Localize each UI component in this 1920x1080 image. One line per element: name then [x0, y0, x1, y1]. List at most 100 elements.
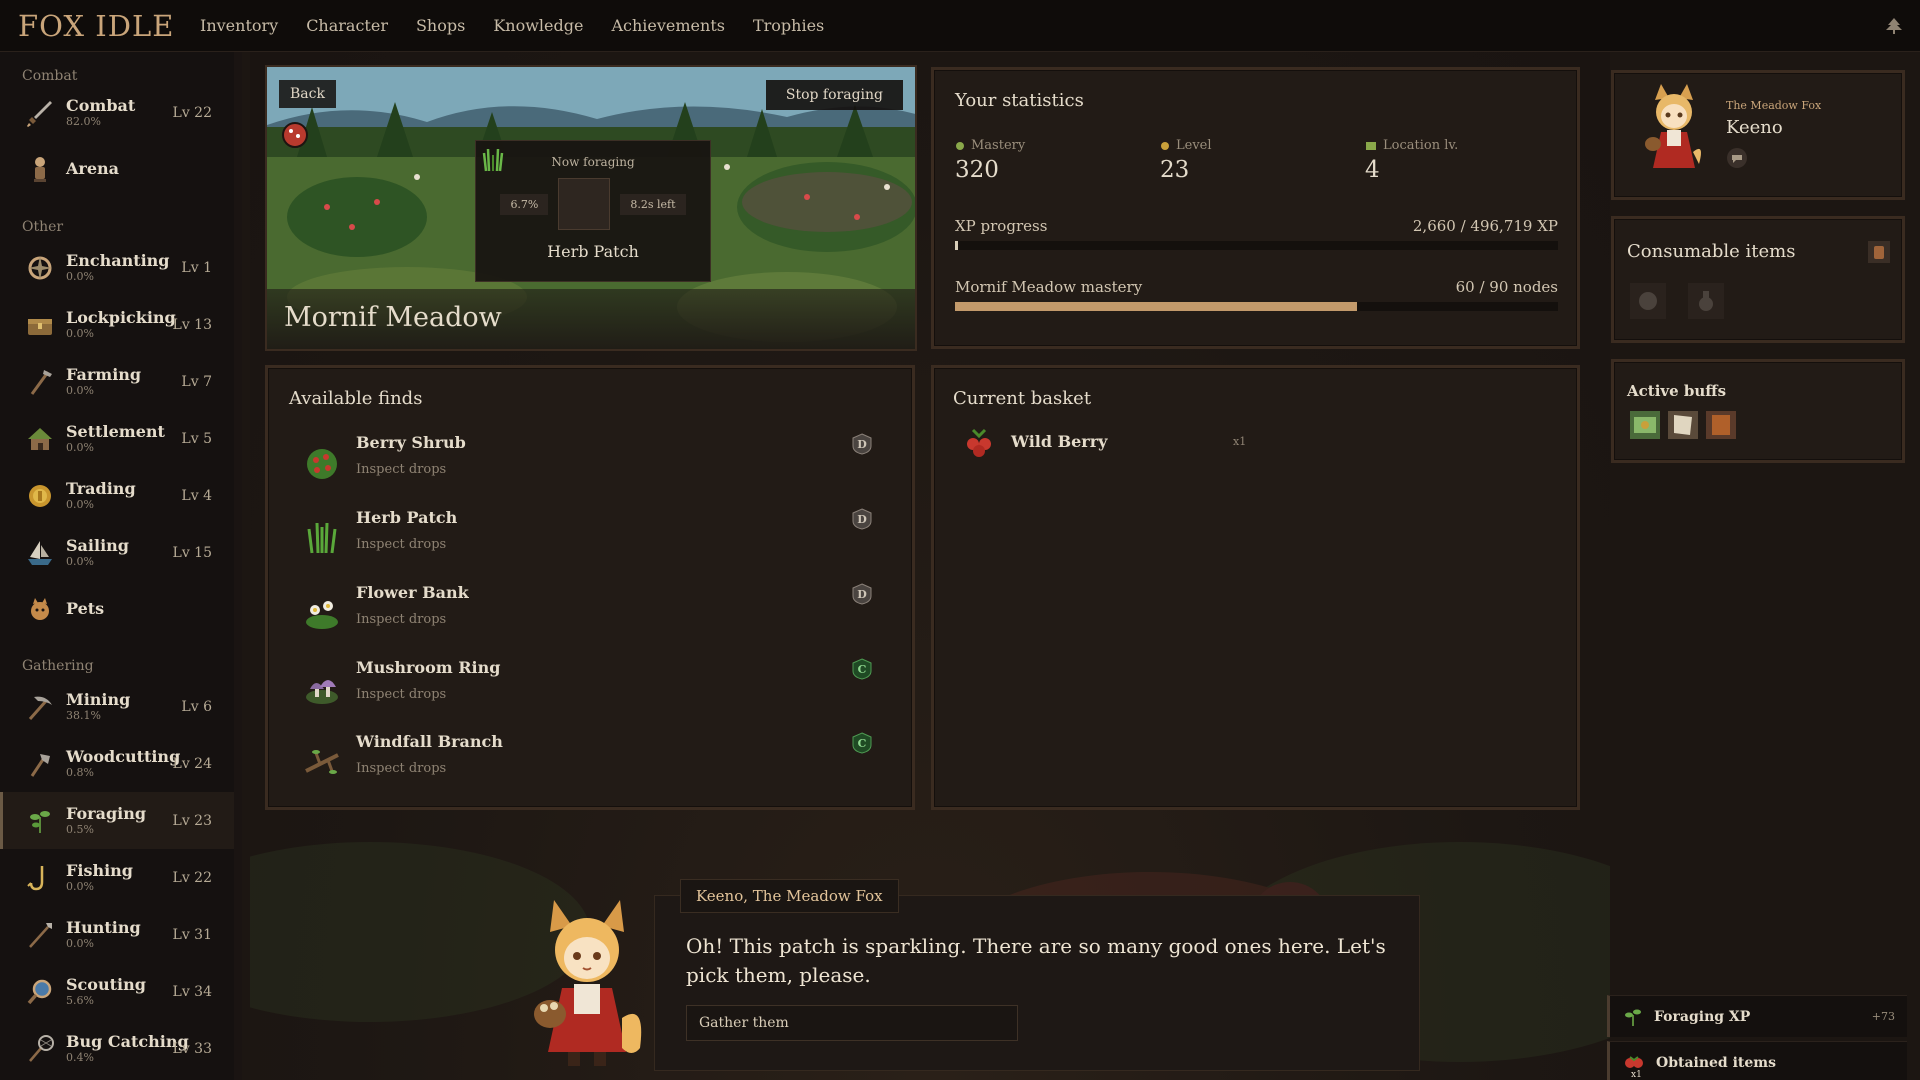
sidebar-item-level: Lv 22 — [172, 104, 212, 121]
inspect-drops-link[interactable]: Inspect drops — [356, 537, 446, 552]
available-finds-title: Available finds — [289, 388, 423, 409]
sidebar-group-combat: Combat — [22, 68, 78, 84]
companion-title: The Meadow Fox — [1726, 99, 1822, 112]
consumable-bag-icon[interactable] — [1868, 241, 1890, 263]
sidebar-item-bug-catching[interactable]: Bug Catching 0.4% Lv 33 — [0, 1020, 234, 1077]
sidebar-item-enchanting[interactable]: Enchanting 0.0% Lv 1 — [0, 239, 234, 296]
meadow-mastery-label: Mornif Meadow mastery — [955, 278, 1143, 296]
mastery-stat: Mastery 320 — [955, 138, 1025, 183]
fox-companion-avatar[interactable] — [1641, 82, 1707, 178]
sidebar-item-label: Woodcutting — [66, 746, 181, 766]
sidebar-item-progress: 0.0% — [66, 497, 94, 511]
find-name: Windfall Branch — [356, 732, 503, 751]
ship-icon — [28, 540, 52, 565]
sidebar-item-fishing[interactable]: Fishing 0.0% Lv 22 — [0, 849, 234, 906]
sidebar-item-progress: 0.0% — [66, 440, 94, 454]
scroll-buff-icon[interactable] — [1668, 411, 1698, 439]
sidebar-item-pets[interactable]: Pets — [0, 581, 234, 636]
sidebar-group-gathering: Gathering — [22, 658, 94, 674]
find-item-mushroom-ring[interactable]: Mushroom Ring Inspect drops C — [302, 657, 892, 717]
toast-badge: x1 — [1631, 1070, 1642, 1080]
mastery-icon — [956, 141, 964, 150]
sidebar-item-progress: 0.8% — [66, 765, 94, 779]
inspect-drops-link[interactable]: Inspect drops — [356, 687, 446, 702]
dialog-text: Oh! This patch is sparkling. There are s… — [686, 934, 1386, 987]
level-label: Level — [1176, 138, 1212, 153]
gather-them-button[interactable]: Gather them — [686, 1005, 1018, 1041]
book-buff-icon[interactable] — [1706, 411, 1736, 439]
xp-progress: XP progress 2,660 / 496,719 XP — [955, 217, 1558, 250]
sidebar-item-scouting[interactable]: Scouting 5.6% Lv 34 — [0, 963, 234, 1020]
nav-achievements[interactable]: Achievements — [597, 16, 739, 35]
pet-icon — [31, 597, 49, 620]
app-logo[interactable]: FOX IDLE — [18, 9, 186, 43]
sidebar-item-label: Pets — [66, 598, 105, 618]
nav-character[interactable]: Character — [292, 16, 402, 35]
rarity-badge: D — [852, 508, 872, 530]
basket-item[interactable]: Wild Berry x1 — [961, 424, 1261, 460]
berry-shrub-icon — [307, 449, 337, 479]
empty-potion-slot-icon[interactable] — [1688, 283, 1724, 319]
sidebar-item-level: Lv 22 — [172, 869, 212, 886]
sidebar-item-level: Lv 4 — [181, 487, 212, 504]
sidebar-item-label: Sailing — [66, 535, 129, 555]
meadow-mastery-bar — [955, 302, 1558, 311]
level-stat: Level 23 — [1160, 138, 1212, 183]
herb-patch-icon — [307, 522, 337, 554]
inspect-drops-link[interactable]: Inspect drops — [356, 612, 446, 627]
empty-food-slot-icon[interactable] — [1630, 283, 1666, 319]
inspect-drops-link[interactable]: Inspect drops — [356, 761, 446, 776]
xp-progress-label: XP progress — [955, 217, 1048, 235]
sidebar-item-foraging[interactable]: Foraging 0.5% Lv 23 — [0, 792, 234, 849]
sidebar-item-arena[interactable]: Arena — [0, 141, 234, 196]
sidebar-group-other: Other — [22, 219, 64, 235]
arena-icon — [34, 156, 46, 182]
companion-name: Keeno — [1726, 117, 1783, 138]
mastery-value: 320 — [955, 157, 999, 183]
forage-progress-percent: 6.7% — [500, 193, 549, 215]
mastery-label: Mastery — [971, 138, 1026, 153]
obtained-items-toast: x1 Obtained items — [1607, 1041, 1907, 1080]
find-item-herb-patch[interactable]: Herb Patch Inspect drops D — [302, 507, 892, 567]
sidebar-item-mining[interactable]: Mining 38.1% Lv 6 — [0, 678, 234, 735]
sidebar-item-woodcutting[interactable]: Woodcutting 0.8% Lv 24 — [0, 735, 234, 792]
sidebar-item-level: Lv 31 — [172, 926, 212, 943]
sidebar-item-settlement[interactable]: Settlement 0.0% Lv 5 — [0, 410, 234, 467]
nav-shops[interactable]: Shops — [402, 16, 479, 35]
sidebar-item-farming[interactable]: Farming 0.0% Lv 7 — [0, 353, 234, 410]
find-item-flower-bank[interactable]: Flower Bank Inspect drops D — [302, 582, 892, 642]
fox-character-portrait — [534, 900, 642, 1066]
sidebar-item-trading[interactable]: Trading 0.0% Lv 4 — [0, 467, 234, 524]
find-item-berry-shrub[interactable]: Berry Shrub Inspect drops D — [302, 432, 892, 492]
companion-profile-panel: The Meadow Fox Keeno — [1611, 70, 1905, 200]
sidebar-item-label: Enchanting — [66, 250, 170, 270]
settings-tree-icon[interactable] — [1884, 17, 1904, 35]
nav-trophies[interactable]: Trophies — [739, 16, 838, 35]
dialog-speaker: Keeno, The Meadow Fox — [680, 879, 899, 913]
net-icon — [29, 1034, 54, 1062]
sidebar-item-combat[interactable]: Combat 82.0% Lv 22 — [0, 84, 234, 141]
sidebar-item-hunting[interactable]: Hunting 0.0% Lv 31 — [0, 906, 234, 963]
nav-knowledge[interactable]: Knowledge — [479, 16, 597, 35]
spear-icon — [29, 922, 52, 948]
meadow-mastery-progress: Mornif Meadow mastery 60 / 90 nodes — [955, 278, 1558, 311]
sidebar-item-label: Combat — [66, 95, 136, 115]
nav-inventory[interactable]: Inventory — [186, 16, 292, 35]
chat-icon[interactable] — [1726, 147, 1748, 169]
sidebar-item-progress: 0.0% — [66, 269, 94, 283]
sidebar-item-lockpicking[interactable]: Lockpicking 0.0% Lv 13 — [0, 296, 234, 353]
statistics-title: Your statistics — [955, 90, 1084, 111]
map-buff-icon[interactable] — [1630, 411, 1660, 439]
back-button[interactable]: Back — [279, 80, 336, 108]
find-name: Mushroom Ring — [356, 658, 501, 677]
sidebar-item-label: Mining — [66, 689, 131, 709]
foraging-xp-toast: Foraging XP +73 — [1607, 995, 1907, 1037]
sidebar-item-sailing[interactable]: Sailing 0.0% Lv 15 — [0, 524, 234, 581]
find-item-windfall-branch[interactable]: Windfall Branch Inspect drops C — [302, 731, 892, 791]
inspect-drops-link[interactable]: Inspect drops — [356, 462, 446, 477]
stop-foraging-button[interactable]: Stop foraging — [765, 80, 903, 110]
sidebar-item-progress: 0.0% — [66, 879, 94, 893]
sidebar-item-label: Lockpicking — [66, 307, 176, 327]
location-scene: Back Stop foraging Now foraging 6.7% 8.2… — [265, 65, 917, 351]
sidebar-item-progress: 0.0% — [66, 936, 94, 950]
